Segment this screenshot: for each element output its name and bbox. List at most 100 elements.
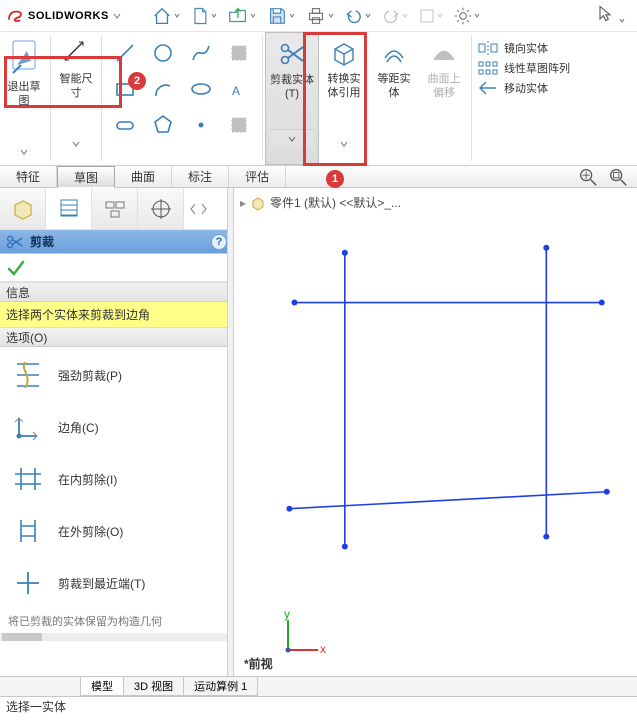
svg-text:x: x	[320, 642, 326, 656]
rebuild-icon	[418, 7, 436, 25]
doctab-motion[interactable]: 运动算例 1	[183, 677, 258, 696]
home-button[interactable]	[151, 5, 180, 27]
arc-tool[interactable]	[148, 74, 178, 104]
view-triad[interactable]: x y	[278, 610, 328, 660]
option-power-trim[interactable]: 强劲剪裁(P)	[0, 349, 233, 401]
select-tool-button[interactable]	[595, 4, 625, 27]
option-corner[interactable]: 边角(C)	[0, 401, 233, 453]
dimxpert-manager-tab[interactable]	[138, 188, 184, 229]
offset-entities-button[interactable]: 等距实体	[369, 32, 419, 165]
doctab-3dview[interactable]: 3D 视图	[123, 677, 184, 696]
move-entities-label: 移动实体	[504, 80, 548, 96]
zoom-controls	[577, 166, 637, 187]
tab-features[interactable]: 特征	[0, 166, 57, 187]
undo-icon	[344, 6, 364, 26]
help-button[interactable]: ?	[211, 234, 227, 250]
tab-annotate[interactable]: 标注	[172, 166, 229, 187]
tab-evaluate[interactable]: 评估	[229, 166, 286, 187]
text-tool[interactable]: A	[224, 74, 254, 104]
corner-trim-icon	[13, 412, 43, 442]
svg-text:A: A	[232, 84, 240, 98]
chevron-left-icon[interactable]	[188, 202, 198, 216]
open-button[interactable]	[227, 5, 256, 27]
cursor-icon	[595, 4, 615, 24]
panel-footer-note: 将已剪裁的实体保留为构造几何	[0, 611, 233, 633]
redo-button[interactable]	[381, 6, 408, 26]
save-button[interactable]	[266, 5, 295, 27]
graphics-viewport[interactable]: ▸ 零件1 (默认) <<默认>_... x y 前	[234, 188, 637, 676]
slot-tool[interactable]	[110, 110, 140, 140]
circle-tool[interactable]	[148, 38, 178, 68]
option-trim-outside-label: 在外剪除(O)	[58, 523, 123, 540]
view-orientation-label: 前视	[244, 655, 273, 672]
redo-icon	[381, 6, 401, 26]
home-icon	[151, 5, 173, 27]
circle-icon	[152, 42, 174, 64]
mirror-entities-button[interactable]: 镜向实体	[478, 40, 570, 56]
chevron-down-icon[interactable]	[288, 135, 296, 143]
tab-sketch[interactable]: 草图	[57, 166, 115, 188]
surface-offset-icon	[429, 38, 459, 68]
pane-divider[interactable]	[227, 188, 234, 676]
arc-icon	[152, 78, 174, 100]
chevron-down-icon[interactable]	[340, 140, 348, 148]
mirror-entities-label: 镜向实体	[504, 40, 548, 56]
panel-header: 剪裁 ?	[0, 230, 233, 254]
sketch-tool-placeholder-2[interactable]	[224, 110, 254, 140]
text-icon: A	[228, 78, 250, 100]
offset-on-surface-button[interactable]: 曲面上偏移	[419, 32, 469, 165]
panel-scrollbar[interactable]	[0, 633, 233, 641]
quick-access-toolbar	[151, 5, 480, 27]
exit-sketch-button[interactable]: 退出草图	[0, 32, 48, 165]
ribbon-right-group: 镜向实体 线性草图阵列 移动实体	[474, 32, 574, 165]
dimension-icon	[61, 38, 91, 68]
cube-icon	[329, 38, 359, 68]
main-area: 剪裁 ? 信息 选择两个实体来剪裁到边角 选项(O) 强劲剪裁(P) 边角(C)…	[0, 188, 637, 676]
sketch-tools-grid: A	[104, 32, 260, 165]
configuration-manager-tab[interactable]	[92, 188, 138, 229]
chevron-down-icon	[437, 13, 443, 19]
undo-button[interactable]	[344, 6, 371, 26]
ellipse-icon	[190, 78, 212, 100]
print-button[interactable]	[305, 5, 334, 27]
brand-text: SOLIDWORKS	[28, 10, 109, 22]
property-manager-tab[interactable]	[46, 188, 92, 229]
move-entities-button[interactable]: 移动实体	[478, 80, 570, 96]
option-trim-nearest[interactable]: 剪裁到最近端(T)	[0, 557, 233, 609]
trim-entities-button[interactable]: 剪裁实体(T)	[265, 32, 319, 165]
ok-check-icon[interactable]	[6, 258, 26, 278]
linear-pattern-button[interactable]: 线性草图阵列	[478, 60, 570, 76]
spline-tool[interactable]	[186, 38, 216, 68]
offset-on-surface-label: 曲面上偏移	[423, 72, 465, 100]
new-button[interactable]	[190, 5, 217, 27]
chevron-right-icon[interactable]	[199, 202, 209, 216]
option-trim-inside-label: 在内剪除(I)	[58, 471, 117, 488]
zoom-to-fit-icon[interactable]	[577, 166, 599, 188]
rebuild-button[interactable]	[418, 7, 443, 25]
options-button[interactable]	[453, 6, 480, 26]
zoom-area-icon[interactable]	[607, 166, 629, 188]
feature-manager-tab[interactable]	[0, 188, 46, 229]
brand: SOLIDWORKS	[6, 7, 125, 25]
tab-surface[interactable]: 曲面	[115, 166, 172, 187]
option-trim-outside[interactable]: 在外剪除(O)	[0, 505, 233, 557]
convert-entities-button[interactable]: 转换实体引用	[319, 32, 369, 165]
solidworks-logo-icon	[6, 7, 24, 25]
doctab-model[interactable]: 模型	[80, 677, 124, 696]
ellipse-tool[interactable]	[186, 74, 216, 104]
sketch-tool-placeholder-1[interactable]	[224, 38, 254, 68]
brand-dropdown-icon[interactable]	[113, 12, 121, 20]
scissors-icon	[6, 234, 24, 250]
point-icon	[190, 114, 212, 136]
point-tool[interactable]	[186, 110, 216, 140]
option-trim-inside[interactable]: 在内剪除(I)	[0, 453, 233, 505]
chevron-down-icon[interactable]	[20, 148, 28, 156]
chevron-down-icon	[474, 13, 480, 19]
smart-dimension-button[interactable]: 智能尺寸	[53, 32, 99, 165]
chevron-down-icon[interactable]	[72, 140, 80, 148]
line-tool[interactable]	[110, 38, 140, 68]
option-power-trim-label: 强劲剪裁(P)	[58, 367, 122, 384]
ribbon: 退出草图 智能尺寸 A 剪裁实体(T) 转换实体引用	[0, 32, 637, 166]
feature-tree-icon	[11, 197, 35, 221]
polygon-tool[interactable]	[148, 110, 178, 140]
